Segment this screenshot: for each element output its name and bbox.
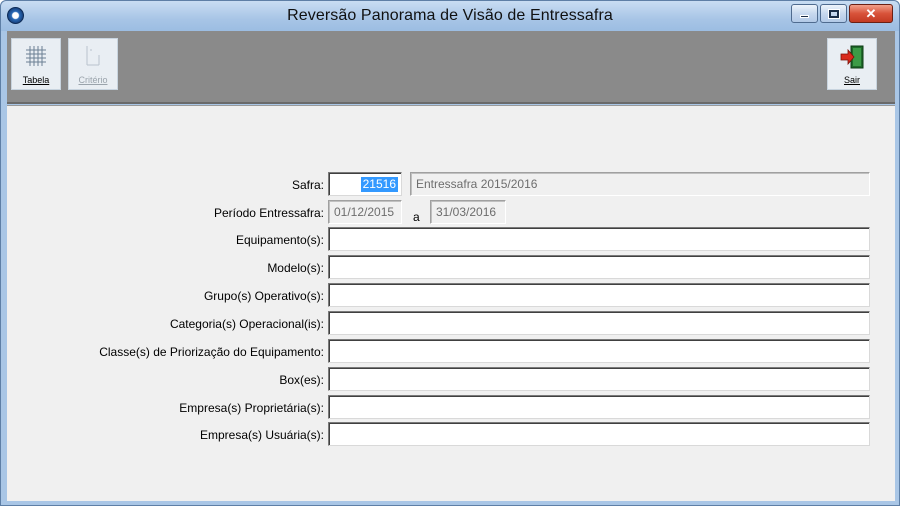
equipamentos-input[interactable] [328,227,870,251]
periodo-label: Período Entressafra: [213,206,324,220]
window-title: Reversão Panorama de Visão de Entressafr… [287,7,613,24]
periodo-separator: a [413,210,420,224]
proprietarias-input[interactable] [328,395,870,419]
proprietarias-row: Empresa(s) Proprietária(s): [7,395,895,419]
grupos-label: Grupo(s) Operativo(s): [203,289,324,303]
sair-button[interactable]: Sair [827,38,877,90]
safra-row: Safra: 21516 Entressafra 2015/2016 [7,172,895,196]
modelos-row: Modelo(s): [7,255,895,279]
modelos-input[interactable] [328,255,870,279]
proprietarias-label: Empresa(s) Proprietária(s): [179,401,324,415]
tabela-label: Tabela [22,75,50,85]
grupos-input[interactable] [328,283,870,307]
boxes-label: Box(es): [279,373,324,387]
exit-door-icon [840,45,864,69]
safra-label: Safra: [291,178,324,192]
grupos-row: Grupo(s) Operativo(s): [7,283,895,307]
equipamentos-label: Equipamento(s): [235,233,324,247]
maximize-button[interactable] [820,4,847,23]
equipamentos-row: Equipamento(s): [7,227,895,251]
classes-input[interactable] [328,339,870,363]
criterio-label: Critério [78,75,108,85]
maximize-icon [827,8,840,19]
classes-row: Classe(s) de Priorização do Equipamento: [7,339,895,363]
minimize-button[interactable] [791,4,818,23]
usuarias-label: Empresa(s) Usuária(s): [199,428,324,442]
usuarias-input[interactable] [328,422,870,446]
sair-label: Sair [843,75,860,85]
tabela-button[interactable]: Tabela [11,38,61,90]
table-grid-icon [26,46,46,66]
periodo-end-field: 31/03/2016 [430,200,506,224]
categorias-input[interactable] [328,311,870,335]
minimize-icon [800,15,809,18]
boxes-row: Box(es): [7,367,895,391]
usuarias-row: Empresa(s) Usuária(s): [7,422,895,446]
safra-description: Entressafra 2015/2016 [410,172,870,196]
periodo-start-field: 01/12/2015 [328,200,402,224]
categorias-label: Categoria(s) Operacional(is): [169,317,324,331]
boxes-input[interactable] [328,367,870,391]
modelos-label: Modelo(s): [267,261,324,275]
safra-value: 21516 [360,177,398,192]
criteria-icon [86,46,100,66]
close-icon: ✕ [865,5,877,21]
title-bar[interactable]: Reversão Panorama de Visão de Entressafr… [1,1,899,31]
main-window: Reversão Panorama de Visão de Entressafr… [0,0,900,506]
criterio-button[interactable]: Critério [68,38,118,90]
window-controls: ✕ [791,4,893,23]
form-panel: Safra: 21516 Entressafra 2015/2016 Perío… [7,105,895,501]
periodo-row: Período Entressafra: 01/12/2015 a 31/03/… [7,200,895,224]
categorias-row: Categoria(s) Operacional(is): [7,311,895,335]
close-button[interactable]: ✕ [849,4,893,23]
safra-input[interactable]: 21516 [328,172,402,196]
classes-label: Classe(s) de Priorização do Equipamento: [99,345,324,359]
toolbar: Tabela Critério Sair [7,31,895,104]
